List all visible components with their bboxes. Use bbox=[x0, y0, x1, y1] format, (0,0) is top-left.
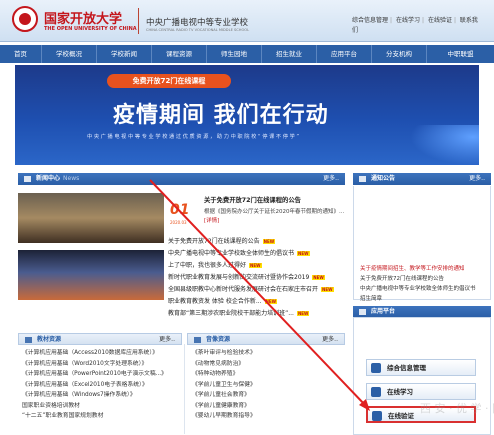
annotation-arrow-line bbox=[149, 179, 367, 407]
annotation-arrow bbox=[149, 179, 370, 411]
watermark: 西 安 · 优 学 · 网 bbox=[420, 402, 494, 415]
